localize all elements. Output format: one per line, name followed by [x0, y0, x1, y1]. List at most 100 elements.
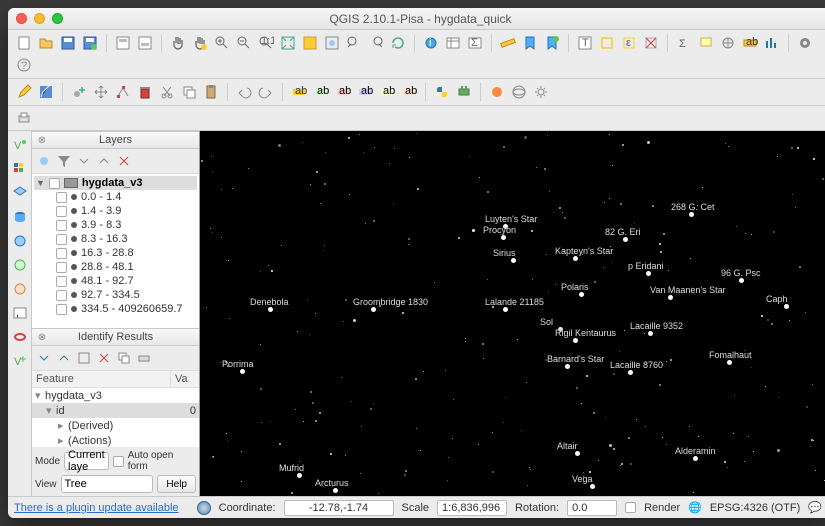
composer-manager[interactable]: [135, 33, 155, 53]
crs-icon[interactable]: 🌐: [688, 501, 702, 514]
named-star[interactable]: [648, 331, 653, 336]
named-star[interactable]: [503, 307, 508, 312]
identify-derived[interactable]: (Derived): [68, 420, 113, 432]
bookmarks[interactable]: [520, 33, 540, 53]
class-checkbox[interactable]: [56, 290, 67, 301]
identify-tool[interactable]: i: [421, 33, 441, 53]
chevron-down-icon[interactable]: ▾: [46, 404, 56, 417]
identify-feature[interactable]: id: [56, 405, 172, 417]
named-star[interactable]: [240, 369, 245, 374]
named-star[interactable]: [623, 237, 628, 242]
label-change[interactable]: abc: [399, 82, 419, 102]
named-star[interactable]: [727, 360, 732, 365]
refresh[interactable]: [388, 33, 408, 53]
add-wfs[interactable]: [10, 279, 30, 299]
paste-features[interactable]: [201, 82, 221, 102]
named-star[interactable]: [628, 370, 633, 375]
help-button[interactable]: Help: [157, 475, 196, 493]
globe-icon[interactable]: [197, 501, 211, 515]
field-calc[interactable]: Σ: [465, 33, 485, 53]
named-star[interactable]: [297, 473, 302, 478]
label-layer[interactable]: abc: [289, 82, 309, 102]
render-checkbox[interactable]: [625, 502, 636, 513]
layer-class-item[interactable]: 1.4 - 3.9: [34, 204, 197, 218]
layer-styling-icon[interactable]: [35, 152, 53, 170]
decoration[interactable]: [718, 33, 738, 53]
mode-select[interactable]: Current laye: [64, 452, 109, 470]
minimize-window[interactable]: [34, 13, 45, 24]
identify-layer[interactable]: hygdata_v3: [45, 390, 102, 402]
named-star[interactable]: [579, 292, 584, 297]
copy-results-icon[interactable]: [115, 349, 133, 367]
named-star[interactable]: [689, 212, 694, 217]
add-wms[interactable]: [10, 231, 30, 251]
close-icon[interactable]: ⊗: [36, 134, 48, 146]
add-feature[interactable]: [69, 82, 89, 102]
layer-root[interactable]: ▼ hygdata_v3: [34, 176, 197, 190]
toolbox[interactable]: [795, 33, 815, 53]
chevron-down-icon[interactable]: ▾: [35, 389, 45, 402]
layer-filter-icon[interactable]: [55, 152, 73, 170]
layer-remove-icon[interactable]: [115, 152, 133, 170]
zoom-next[interactable]: [366, 33, 386, 53]
rotation-field[interactable]: 0.0: [567, 500, 617, 516]
open-attr-table[interactable]: [443, 33, 463, 53]
zoom-last[interactable]: [344, 33, 364, 53]
copy-features[interactable]: [179, 82, 199, 102]
select-features[interactable]: [597, 33, 617, 53]
zoom-in[interactable]: [212, 33, 232, 53]
maptips[interactable]: [696, 33, 716, 53]
save-edits[interactable]: [36, 82, 56, 102]
layout-manager[interactable]: [113, 33, 133, 53]
crs[interactable]: [509, 82, 529, 102]
add-wcs[interactable]: [10, 255, 30, 275]
stats-summary[interactable]: Σ: [674, 33, 694, 53]
text-annotation[interactable]: T: [575, 33, 595, 53]
add-spatialite[interactable]: [10, 183, 30, 203]
label-move[interactable]: abc: [355, 82, 375, 102]
chevron-right-icon[interactable]: ▸: [58, 419, 68, 432]
scale-field[interactable]: 1:6,836,996: [437, 500, 507, 516]
add-delimited[interactable]: ,: [10, 303, 30, 323]
plugins[interactable]: [454, 82, 474, 102]
named-star[interactable]: [501, 235, 506, 240]
toggle-editing[interactable]: [14, 82, 34, 102]
move-feature[interactable]: [91, 82, 111, 102]
layer-collapse-icon[interactable]: [95, 152, 113, 170]
pan-tool[interactable]: [168, 33, 188, 53]
zoom-layer[interactable]: [322, 33, 342, 53]
named-star[interactable]: [739, 278, 744, 283]
layer-class-item[interactable]: 8.3 - 16.3: [34, 232, 197, 246]
open-project[interactable]: [36, 33, 56, 53]
undo[interactable]: [234, 82, 254, 102]
node-tool[interactable]: [113, 82, 133, 102]
map-canvas[interactable]: Luyten's StarProcyon82 G. Eri268 G. CetS…: [200, 131, 825, 496]
plugin-update-link[interactable]: There is a plugin update available: [14, 502, 179, 514]
label-rotate[interactable]: abc: [377, 82, 397, 102]
new-project[interactable]: [14, 33, 34, 53]
named-star[interactable]: [575, 451, 580, 456]
pan-selection[interactable]: [190, 33, 210, 53]
save-project[interactable]: [58, 33, 78, 53]
print-results-icon[interactable]: [135, 349, 153, 367]
new-vector-layer[interactable]: V: [10, 351, 30, 371]
collapse-tree-icon[interactable]: [55, 349, 73, 367]
style-manager[interactable]: [487, 82, 507, 102]
select-expression[interactable]: ε: [619, 33, 639, 53]
identify-actions[interactable]: (Actions): [68, 435, 111, 447]
label-pin[interactable]: abc: [311, 82, 331, 102]
expand-tree-icon[interactable]: [35, 349, 53, 367]
zoom-full[interactable]: [278, 33, 298, 53]
cut-features[interactable]: [157, 82, 177, 102]
named-star[interactable]: [668, 295, 673, 300]
named-star[interactable]: [590, 484, 595, 489]
deselect[interactable]: [641, 33, 661, 53]
close-icon[interactable]: ⊗: [36, 331, 48, 343]
class-checkbox[interactable]: [56, 262, 67, 273]
label-hide[interactable]: abc: [333, 82, 353, 102]
layer-class-item[interactable]: 3.9 - 8.3: [34, 218, 197, 232]
named-star[interactable]: [646, 271, 651, 276]
auto-open-checkbox[interactable]: [113, 456, 124, 467]
close-window[interactable]: [16, 13, 27, 24]
layer-expand-icon[interactable]: [75, 152, 93, 170]
